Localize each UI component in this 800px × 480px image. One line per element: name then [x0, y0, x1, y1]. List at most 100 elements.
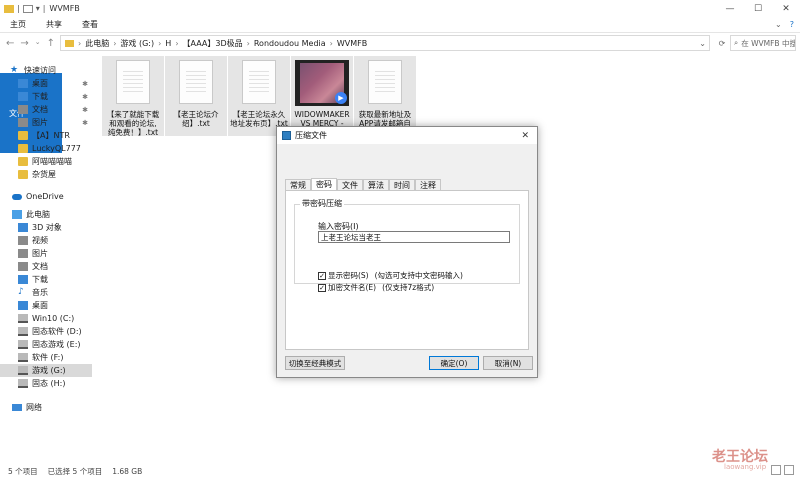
nav-item-music[interactable]: ♪ 音乐 [18, 286, 92, 299]
item-count: 5 个项目 [8, 467, 38, 476]
pictures-icon [18, 118, 28, 127]
selection-size: 1.68 GB [112, 467, 143, 476]
search-input[interactable]: ⌕ 在 WVMFB 中搜索 [730, 35, 796, 51]
nav-item-drive-g[interactable]: 游戏 (G:) [0, 364, 92, 377]
file-item[interactable]: 【来了就能下载 和观看的论坛, 纯免费！】.txt [102, 56, 164, 137]
drive-icon [18, 379, 28, 388]
up-icon[interactable]: ↑ [47, 38, 55, 49]
nav-item-folder[interactable]: 阿喵喵喵喵 [18, 155, 92, 168]
nav-network[interactable]: 网络 [12, 401, 92, 414]
nav-item-folder[interactable]: 杂货屋 [18, 168, 92, 181]
file-name: 【老王论坛介 绍】.txt [173, 110, 219, 128]
encrypt-filenames-checkbox[interactable]: ✓ 加密文件名(E) (仅支持7z格式) [318, 282, 434, 293]
quick-access-toolbar: | ▾ | [0, 4, 45, 13]
file-item[interactable]: 【老王论坛介 绍】.txt [165, 56, 227, 136]
3d-objects-icon [18, 223, 28, 232]
tab-password[interactable]: 密码 [311, 178, 337, 190]
ribbon-tabs: 文件 主页 共享 查看 ⌄ ? [0, 17, 800, 153]
dialog-title-bar: 压缩文件 ✕ [277, 127, 537, 144]
breadcrumb-item[interactable]: 游戏 (G:) [120, 38, 154, 49]
nav-item-downloads[interactable]: 下载 [18, 273, 92, 286]
nav-quick-access[interactable]: ★ 快速访问 [10, 64, 102, 77]
nav-item-documents[interactable]: 文档 [18, 260, 92, 273]
search-placeholder: 在 WVMFB 中搜索 [741, 38, 795, 48]
back-icon[interactable]: ← [6, 38, 14, 49]
tab-comment[interactable]: 注释 [415, 179, 441, 190]
password-panel: 带密码压缩 输入密码(I) 上老王论坛当老王 ✓ 显示密码(S) (勾选可支持中… [285, 190, 529, 350]
nav-item-pictures[interactable]: 图片 [18, 247, 92, 260]
maximize-button[interactable]: ☐ [744, 0, 772, 17]
nav-item-drive-e[interactable]: 固态游戏 (E:) [18, 338, 92, 351]
address-row: ← → ⌄ ↑ › 此电脑 › 游戏 (G:) › H › 【AAA】3D极品 … [0, 33, 800, 53]
desktop-icon [18, 301, 28, 310]
network-icon [12, 404, 22, 411]
ok-button[interactable]: 确定(O) [429, 356, 479, 370]
nav-onedrive[interactable]: OneDrive [12, 190, 92, 203]
tab-share[interactable]: 共享 [36, 17, 72, 32]
watermark-url: laowang.vip [724, 463, 767, 471]
tab-files[interactable]: 文件 [337, 179, 363, 190]
documents-icon [18, 262, 28, 271]
breadcrumb-item[interactable]: 此电脑 [85, 38, 109, 49]
cancel-button[interactable]: 取消(N) [483, 356, 533, 370]
nav-item-desktop[interactable]: 桌面 ✱ [18, 77, 92, 90]
tab-algorithm[interactable]: 算法 [363, 179, 389, 190]
nav-item-desktop[interactable]: 桌面 [18, 299, 92, 312]
nav-item-drive-f[interactable]: 软件 (F:) [18, 351, 92, 364]
status-bar: 5 个项目 已选择 5 个项目 1.68 GB [0, 463, 800, 480]
forward-icon[interactable]: → [20, 38, 28, 49]
file-item[interactable]: ▶ WIDOWMAKER VS MERCY - [291, 56, 353, 136]
pin-icon: ✱ [82, 105, 88, 114]
nav-this-pc[interactable]: 此电脑 [12, 208, 92, 221]
checkbox-checked-icon: ✓ [318, 271, 326, 280]
nav-item-drive-d[interactable]: 固态软件 (D:) [18, 325, 92, 338]
chevron-down-icon[interactable]: ▾ [36, 4, 40, 13]
chevron-down-icon[interactable]: ⌄ [699, 39, 706, 48]
close-icon[interactable]: ✕ [521, 131, 529, 141]
nav-item-videos[interactable]: 视频 [18, 234, 92, 247]
nav-item-3d-objects[interactable]: 3D 对象 [18, 221, 92, 234]
file-item[interactable]: 获取最新地址及 APP请发邮箱自 [354, 56, 416, 136]
tab-view[interactable]: 查看 [72, 17, 108, 32]
selection-count: 已选择 5 个项目 [47, 467, 103, 476]
tab-time[interactable]: 时间 [389, 179, 415, 190]
show-password-hint: (勾选可支持中文密码输入) [374, 271, 463, 280]
nav-item-downloads[interactable]: 下载 ✱ [18, 90, 92, 103]
tab-general[interactable]: 常规 [285, 179, 311, 190]
pin-icon: ✱ [82, 79, 88, 88]
nav-item-folder[interactable]: 【A】NTR [18, 129, 92, 142]
address-bar[interactable]: › 此电脑 › 游戏 (G:) › H › 【AAA】3D极品 › Rondou… [60, 35, 710, 51]
password-input[interactable]: 上老王论坛当老王 [318, 231, 510, 243]
folder-icon [18, 131, 28, 140]
password-value: 上老王论坛当老王 [321, 232, 381, 242]
pin-icon: ✱ [82, 118, 88, 127]
details-view-icon[interactable] [771, 465, 781, 475]
nav-item-pictures[interactable]: 图片 ✱ [18, 116, 92, 129]
nav-item-drive-h[interactable]: 固态 (H:) [18, 377, 92, 390]
nav-item-documents[interactable]: 文档 ✱ [18, 103, 92, 116]
refresh-icon[interactable]: ⟳ [714, 35, 730, 51]
minimize-button[interactable]: — [716, 0, 744, 17]
file-item[interactable]: 【老王论坛永久 地址发布页】.txt [228, 56, 290, 136]
help-icon[interactable]: ? [790, 20, 794, 29]
text-file-icon [116, 60, 150, 104]
large-icons-view-icon[interactable] [784, 465, 794, 475]
chevron-down-icon[interactable]: ⌄ [775, 20, 782, 29]
breadcrumb-item[interactable]: Rondoudou Media [254, 39, 326, 48]
breadcrumb-item[interactable]: H [165, 39, 171, 48]
close-button[interactable]: ✕ [772, 0, 800, 17]
download-icon [18, 275, 28, 284]
group-title: 带密码压缩 [300, 198, 344, 209]
nav-item-folder[interactable]: LuckyQL777 [18, 142, 92, 155]
breadcrumb-item[interactable]: WVMFB [337, 39, 367, 48]
navigation-pane: ★ 快速访问 桌面 ✱ 下载 ✱ 文档 ✱ 图片 ✱ 【A】NTR LuckyQ… [0, 60, 94, 460]
recent-chevron-icon[interactable]: ⌄ [35, 38, 41, 49]
tab-home[interactable]: 主页 [0, 17, 36, 32]
switch-classic-mode-button[interactable]: 切换至经典模式 [285, 356, 345, 370]
media-player-icon: ▶ [335, 92, 347, 104]
nav-item-drive-c[interactable]: Win10 (C:) [18, 312, 92, 325]
drive-icon [18, 327, 28, 336]
show-password-checkbox[interactable]: ✓ 显示密码(S) (勾选可支持中文密码输入) [318, 270, 463, 281]
breadcrumb-item[interactable]: 【AAA】3D极品 [183, 38, 243, 49]
new-folder-icon[interactable] [22, 4, 33, 13]
